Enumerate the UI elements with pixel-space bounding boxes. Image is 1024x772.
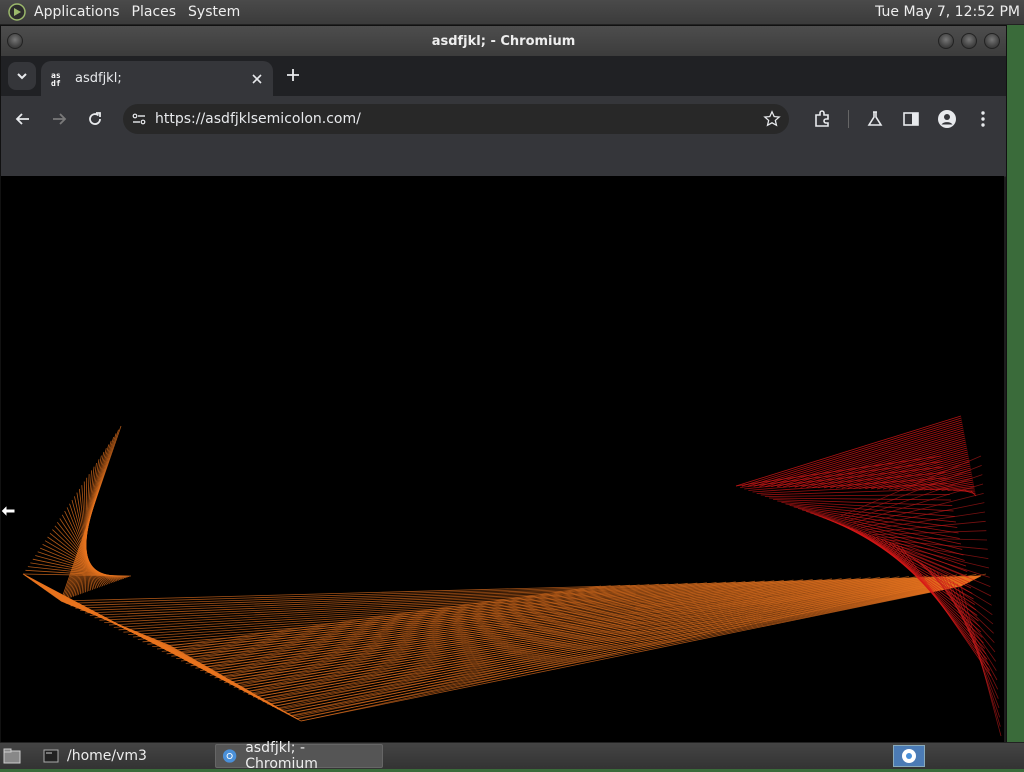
taskbar-item-label: /home/vm3 bbox=[67, 748, 147, 764]
labs-flask-icon[interactable] bbox=[865, 109, 885, 129]
applications-logo-icon[interactable] bbox=[8, 3, 26, 21]
forward-icon[interactable] bbox=[49, 109, 69, 129]
string-art-graphic bbox=[22, 415, 1002, 737]
bottom-panel: /home/vm3 asdfjkl; - Chromium bbox=[0, 740, 1024, 772]
back-icon[interactable] bbox=[13, 109, 33, 129]
browser-window: asdfjkl; - Chromium as df asdfjkl; https… bbox=[0, 25, 1007, 744]
bookmarks-bar bbox=[1, 141, 1006, 177]
close-tab-icon[interactable] bbox=[249, 71, 265, 87]
bookmark-star-icon[interactable] bbox=[763, 110, 781, 128]
tab-strip: as df asdfjkl; bbox=[1, 56, 1006, 96]
site-info-icon[interactable] bbox=[131, 111, 147, 127]
terminal-icon bbox=[43, 749, 59, 763]
kebab-menu-icon[interactable] bbox=[973, 109, 993, 129]
window-menu-button[interactable] bbox=[7, 33, 23, 49]
mouse-cursor-icon bbox=[0, 503, 16, 519]
window-title: asdfjkl; - Chromium bbox=[431, 33, 576, 49]
art-line bbox=[768, 497, 952, 501]
chromium-icon bbox=[222, 749, 237, 763]
applications-menu[interactable]: Applications bbox=[28, 4, 126, 20]
chromium-icon bbox=[902, 749, 916, 763]
tab-search-button[interactable] bbox=[8, 62, 36, 90]
site-favicon-icon: as df bbox=[51, 71, 67, 87]
taskbar-item-chromium[interactable]: asdfjkl; - Chromium bbox=[214, 740, 383, 772]
chevron-down-icon bbox=[17, 73, 27, 80]
art-line bbox=[818, 515, 967, 567]
maximize-button[interactable] bbox=[961, 33, 977, 49]
art-line bbox=[848, 474, 983, 522]
page-canvas[interactable] bbox=[1, 176, 1004, 743]
art-line bbox=[953, 489, 975, 492]
taskbar-item-terminal[interactable]: /home/vm3 bbox=[37, 745, 153, 767]
art-line bbox=[872, 530, 987, 536]
toolbar-divider bbox=[848, 110, 849, 128]
show-desktop-icon[interactable] bbox=[3, 748, 21, 764]
profile-avatar-icon[interactable] bbox=[937, 109, 957, 129]
reload-icon[interactable] bbox=[85, 109, 105, 129]
browser-tab[interactable]: as df asdfjkl; bbox=[41, 61, 273, 96]
minimize-button[interactable] bbox=[938, 33, 954, 49]
panel-clock[interactable]: Tue May 7, 12:52 PM bbox=[875, 4, 1024, 20]
art-line bbox=[856, 492, 984, 526]
new-tab-icon[interactable] bbox=[285, 67, 301, 83]
top-panel: Applications Places System Tue May 7, 12… bbox=[0, 0, 1024, 25]
browser-toolbar: https://asdfjklsemicolon.com/ bbox=[1, 96, 1006, 141]
workspace-switcher[interactable] bbox=[893, 745, 925, 767]
art-line bbox=[281, 584, 963, 712]
window-titlebar[interactable]: asdfjkl; - Chromium bbox=[1, 26, 1006, 56]
address-bar[interactable]: https://asdfjklsemicolon.com/ bbox=[123, 104, 789, 134]
extensions-icon[interactable] bbox=[812, 109, 832, 129]
svg-text:df: df bbox=[51, 79, 61, 87]
url-text: https://asdfjklsemicolon.com/ bbox=[155, 111, 361, 127]
close-window-button[interactable] bbox=[984, 33, 1000, 49]
side-panel-icon[interactable] bbox=[901, 109, 921, 129]
places-menu[interactable]: Places bbox=[126, 4, 183, 20]
taskbar-item-label: asdfjkl; - Chromium bbox=[245, 740, 318, 772]
system-menu[interactable]: System bbox=[182, 4, 246, 20]
tab-title: asdfjkl; bbox=[75, 71, 122, 86]
